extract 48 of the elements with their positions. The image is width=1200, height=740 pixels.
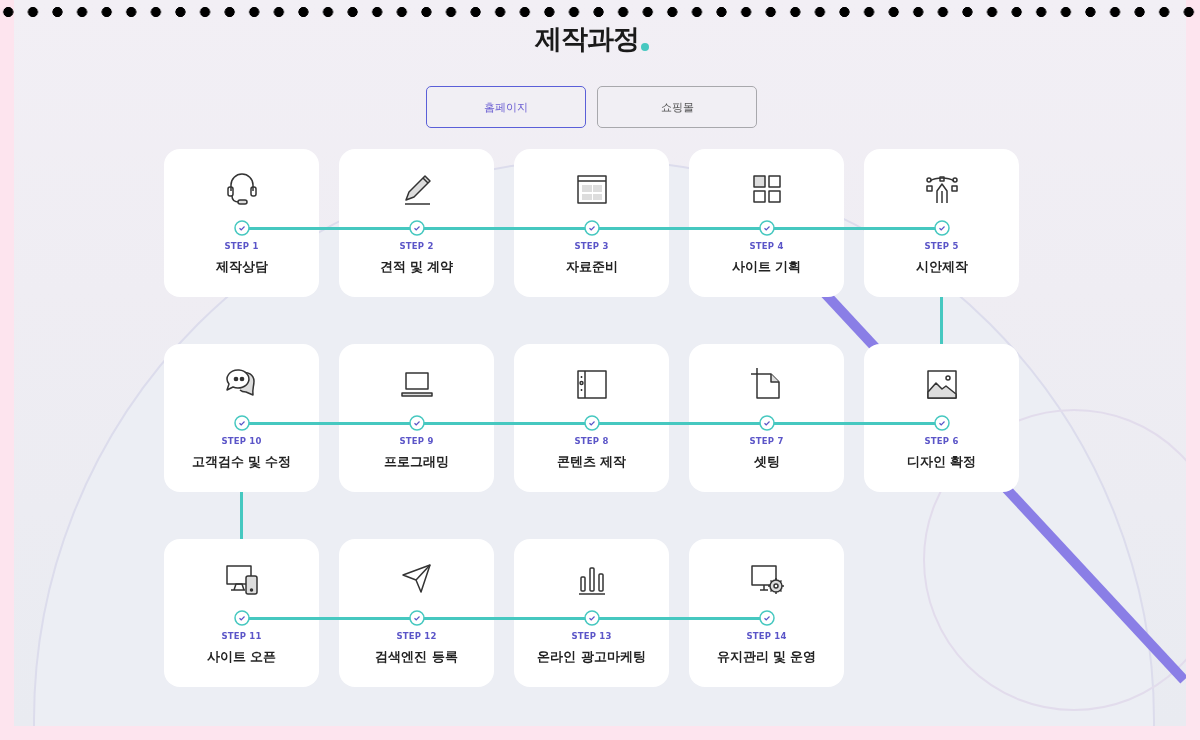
step-title: 디자인 확정 [906,454,977,471]
connector-line [940,297,943,344]
step-number: STEP 8 [574,436,609,446]
step-title: 콘텐츠 제작 [556,454,627,471]
step-title: 고객검수 및 수정 [191,454,292,471]
step-number: STEP 7 [749,436,784,446]
step-title: 자료준비 [565,259,618,276]
check-icon [758,415,775,431]
step-title: 프로그래밍 [384,454,449,471]
check-icon [758,220,775,236]
check-icon [758,610,775,626]
step-number: STEP 3 [574,241,609,251]
category-tab[interactable]: 쇼핑몰 [597,86,757,128]
step-title: 견적 및 계약 [379,259,454,276]
step-number: STEP 6 [924,436,959,446]
step-number: STEP 1 [224,241,259,251]
check-icon [583,415,600,431]
check-icon [408,610,425,626]
step-number: STEP 13 [571,631,612,641]
step-number: STEP 11 [221,631,262,641]
check-icon [408,220,425,236]
check-icon [233,220,250,236]
check-icon [583,610,600,626]
step-title: 시안제작 [915,259,968,276]
step-title: 사이트 오픈 [206,649,277,666]
step-number: STEP 4 [749,241,784,251]
step-number: STEP 2 [399,241,434,251]
section-title: 제작과정 [534,22,639,56]
check-icon [233,415,250,431]
step-number: STEP 9 [399,436,434,446]
check-icon [408,415,425,431]
check-icon [933,415,950,431]
title-dot [640,43,649,51]
step-title: 검색엔진 등록 [375,649,458,666]
check-icon [583,220,600,236]
step-number: STEP 14 [746,631,787,641]
category-tab[interactable]: 홈페이지 [426,86,586,128]
step-title: 제작상담 [215,259,268,276]
step-title: 셋팅 [753,454,780,471]
step-title: 유지관리 및 운영 [716,649,817,666]
step-title: 사이트 기획 [731,259,802,276]
connector-line [240,492,243,539]
step-number: STEP 10 [221,436,262,446]
check-icon [233,610,250,626]
check-icon [933,220,950,236]
step-number: STEP 5 [924,241,959,251]
step-title: 온라인 광고마케팅 [537,649,646,666]
step-number: STEP 12 [396,631,437,641]
